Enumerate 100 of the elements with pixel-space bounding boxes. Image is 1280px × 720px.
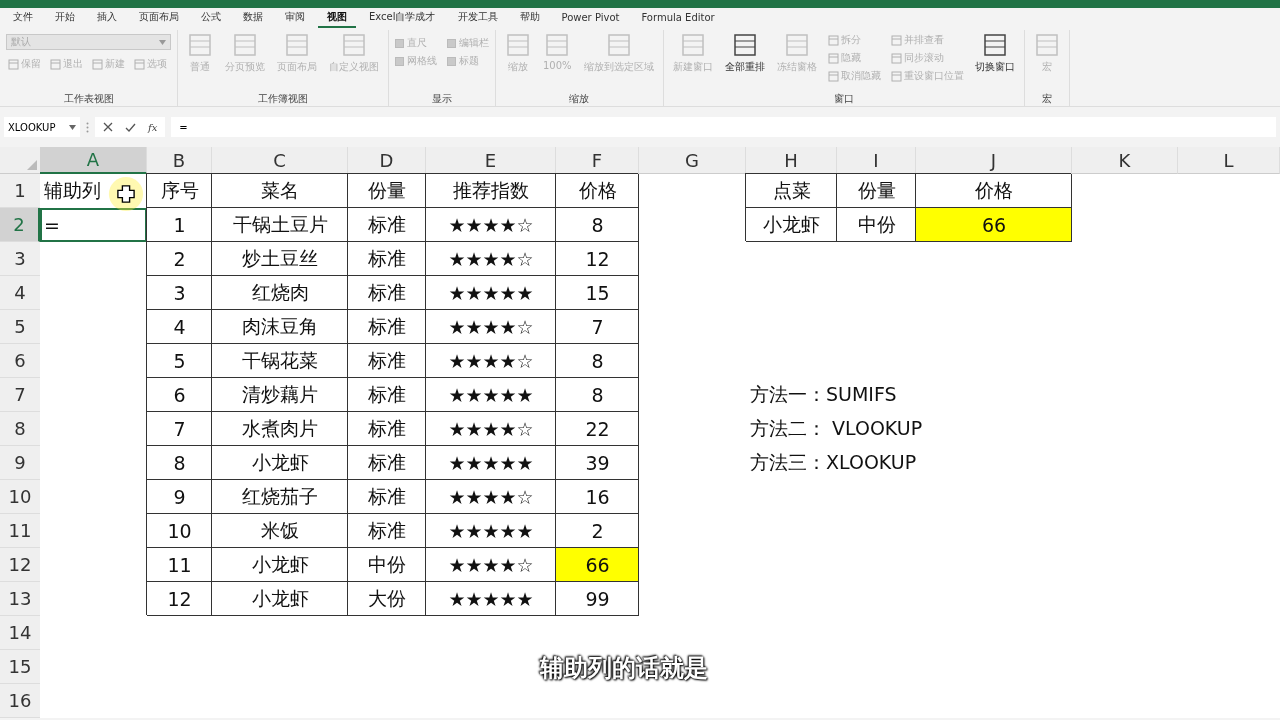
window-icon xyxy=(232,32,258,58)
table-cell: ★★★★☆ xyxy=(426,208,556,242)
sheet-icon xyxy=(890,34,902,46)
group-label: 工作表视图 xyxy=(62,92,115,106)
column-header[interactable]: J xyxy=(916,147,1072,174)
row-header[interactable]: 15 xyxy=(0,650,40,684)
group-label: 显示 xyxy=(431,92,453,106)
column-header[interactable]: C xyxy=(212,147,348,174)
row-header[interactable]: 16 xyxy=(0,684,40,718)
sheet-icon xyxy=(8,58,19,70)
sheet-icon xyxy=(134,58,145,70)
sheet-icon xyxy=(827,52,839,64)
triangle-icon xyxy=(27,160,37,170)
menu-tab[interactable]: Formula Editor xyxy=(632,9,724,27)
menu-tab[interactable]: 公式 xyxy=(192,8,230,28)
window-icon xyxy=(505,32,531,58)
sheet-icon xyxy=(92,58,103,70)
menu-tab[interactable]: 帮助 xyxy=(510,8,549,28)
sheet-icon xyxy=(890,52,902,64)
caret-icon xyxy=(69,124,76,130)
menu-tab[interactable]: Power Pivot xyxy=(552,9,629,27)
row-header[interactable]: 4 xyxy=(0,276,40,310)
ribbon-button[interactable]: 全部重排 xyxy=(721,30,768,76)
table-cell: = xyxy=(40,208,147,242)
row-header[interactable]: 2 xyxy=(0,208,40,242)
table-cell: 7 xyxy=(556,310,639,344)
table-cell: 炒土豆丝 xyxy=(212,242,348,276)
table-cell: 小龙虾 xyxy=(212,446,348,480)
window-icon xyxy=(731,32,758,58)
row-header[interactable]: 8 xyxy=(0,412,40,446)
column-header[interactable]: D xyxy=(348,147,426,174)
column-header[interactable]: A xyxy=(40,147,147,174)
table-cell: 大份 xyxy=(348,582,426,616)
menu-tab[interactable]: Excel自学成才 xyxy=(360,8,445,28)
table-cell: 红烧肉 xyxy=(212,276,348,310)
row-header[interactable]: 10 xyxy=(0,480,40,514)
name-box[interactable]: XLOOKUP xyxy=(4,117,80,137)
column-header[interactable]: I xyxy=(837,147,916,174)
table-cell: ★★★★☆ xyxy=(426,242,556,276)
column-header[interactable]: F xyxy=(556,147,639,174)
row-header[interactable]: 5 xyxy=(0,310,40,344)
more-icon xyxy=(86,121,89,133)
table-cell: 标准 xyxy=(348,514,426,548)
table-cell: 22 xyxy=(556,412,639,446)
row-header[interactable]: 1 xyxy=(0,174,40,208)
menu-tab[interactable]: 文件 xyxy=(4,8,42,28)
column-header[interactable]: G xyxy=(639,147,746,174)
menu-tab[interactable]: 审阅 xyxy=(276,8,314,28)
table-cell: 标准 xyxy=(348,344,426,378)
window-icon xyxy=(544,32,571,58)
row-header[interactable]: 3 xyxy=(0,242,40,276)
table-cell: 标准 xyxy=(348,446,426,480)
column-heading: 序号 xyxy=(147,174,212,208)
window-icon xyxy=(284,32,310,58)
table-cell-text: 辅助列 xyxy=(43,178,102,203)
column-header[interactable]: K xyxy=(1072,147,1178,174)
table-cell: 8 xyxy=(556,208,639,242)
table-cell: ★★★★☆ xyxy=(426,548,556,582)
column-header[interactable]: E xyxy=(426,147,556,174)
note-text: 方法二： VLOOKUP xyxy=(750,416,923,441)
row-header[interactable]: 9 xyxy=(0,446,40,480)
column-header[interactable]: L xyxy=(1178,147,1280,174)
table-cell: 9 xyxy=(147,480,212,514)
menu-tab[interactable]: 插入 xyxy=(88,8,126,28)
column-heading: 菜名 xyxy=(212,174,348,208)
table-cell: 干锅花菜 xyxy=(212,344,348,378)
column-heading: 份量 xyxy=(837,174,916,208)
row-header[interactable]: 14 xyxy=(0,616,40,650)
table-cell: 66 xyxy=(916,208,1072,242)
menu-tab[interactable]: 开始 xyxy=(46,8,84,28)
table-cell: 标准 xyxy=(348,412,426,446)
menu-tab[interactable]: 页面布局 xyxy=(130,8,188,28)
table-cell: 水煮肉片 xyxy=(212,412,348,446)
table-cell: 4 xyxy=(147,310,212,344)
check-icon[interactable] xyxy=(125,122,136,132)
row-header[interactable]: 7 xyxy=(0,378,40,412)
table-cell: ★★★★☆ xyxy=(426,412,556,446)
cancel-icon[interactable] xyxy=(103,122,113,132)
table-cell: 16 xyxy=(556,480,639,514)
row-header[interactable]: 13 xyxy=(0,582,40,616)
ribbon-button[interactable]: 切换窗口 xyxy=(971,30,1018,76)
table-cell: 小龙虾 xyxy=(212,582,348,616)
row-header[interactable]: 11 xyxy=(0,514,40,548)
insert-function-button[interactable]: fx xyxy=(148,121,158,133)
formula-input[interactable]: = xyxy=(171,117,1276,137)
menu-tab[interactable]: 数据 xyxy=(234,8,272,28)
column-heading: 点菜 xyxy=(746,174,837,208)
row-header[interactable]: 6 xyxy=(0,344,40,378)
note-text: 方法三：XLOOKUP xyxy=(750,450,917,475)
table-cell: 肉沫豆角 xyxy=(212,310,348,344)
row-header[interactable]: 12 xyxy=(0,548,40,582)
menu-tab[interactable]: 开发工具 xyxy=(448,8,507,28)
window-icon xyxy=(605,32,632,58)
table-cell: 8 xyxy=(147,446,212,480)
column-header[interactable]: H xyxy=(746,147,837,174)
sheet-icon xyxy=(890,70,902,82)
table-cell: 12 xyxy=(147,582,212,616)
table-cell: 5 xyxy=(147,344,212,378)
column-header[interactable]: B xyxy=(147,147,212,174)
window-icon xyxy=(679,32,706,58)
